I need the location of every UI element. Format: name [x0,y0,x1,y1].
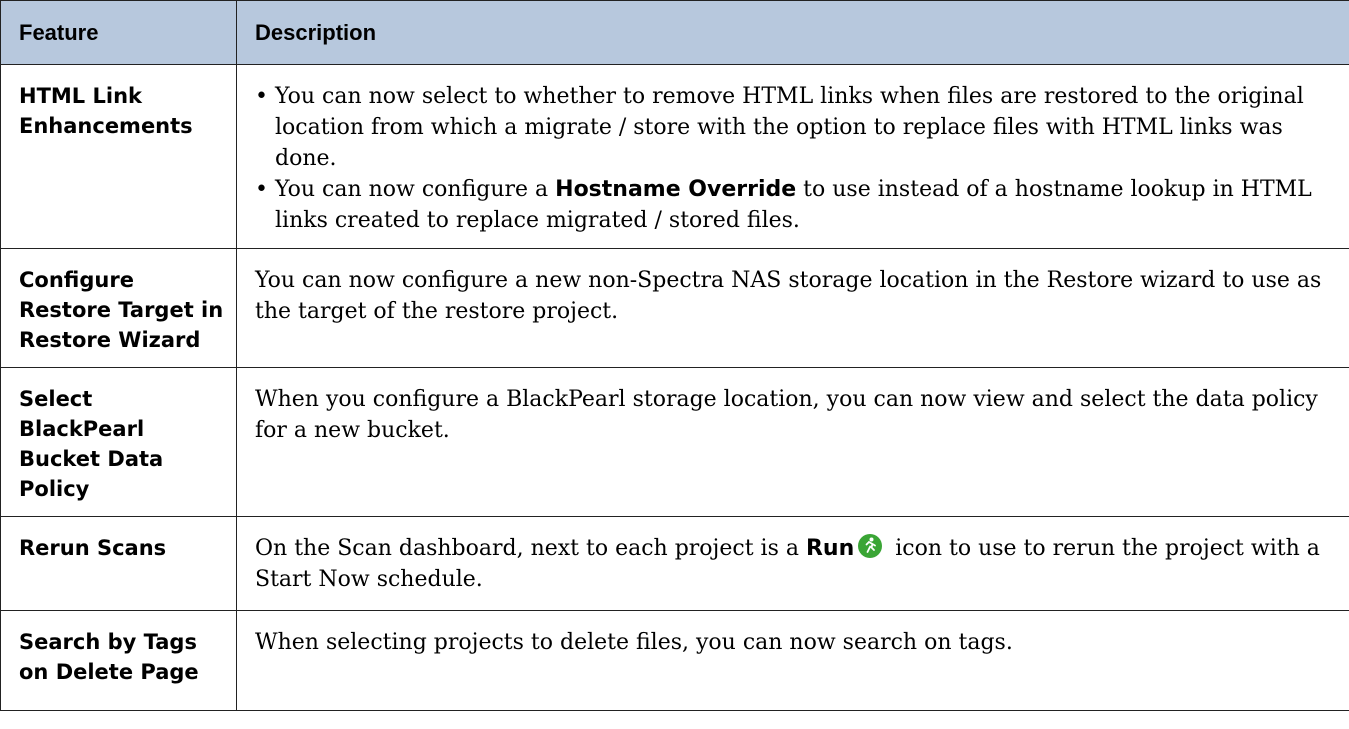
feature-description: You can now configure a new non-Spectra … [236,248,1349,368]
table-row: Configure Restore Target in Restore Wiza… [0,248,1349,368]
feature-description: On the Scan dashboard, next to each proj… [236,516,1349,611]
description-text: On the Scan dashboard, next to each proj… [255,536,806,561]
run-icon [858,534,883,558]
feature-name: Select BlackPearl Bucket Data Policy [0,367,237,517]
list-item: You can now select to whether to remove … [255,81,1337,174]
feature-table: Feature Description HTML Link Enhancemen… [0,0,1349,711]
bullet-text: You can now configure a [275,177,556,202]
table-row: Rerun Scans On the Scan dashboard, next … [0,516,1349,611]
run-term: Run [805,536,855,561]
feature-name: Rerun Scans [0,516,237,611]
table-row: Search by Tags on Delete Page When selec… [0,610,1349,711]
feature-description: When you configure a BlackPearl storage … [236,367,1349,517]
feature-name: Search by Tags on Delete Page [0,610,237,711]
feature-description: You can now select to whether to remove … [236,64,1349,249]
table-row: Select BlackPearl Bucket Data Policy Whe… [0,367,1349,517]
hostname-override-term: Hostname Override [555,177,797,202]
description-bullet-list: You can now select to whether to remove … [255,81,1337,236]
table-row: HTML Link Enhancements You can now selec… [0,64,1349,249]
feature-name: Configure Restore Target in Restore Wiza… [0,248,237,368]
column-header-description: Description [236,0,1349,65]
feature-name: HTML Link Enhancements [0,64,237,249]
table-header-row: Feature Description [0,0,1349,65]
column-header-feature: Feature [0,0,237,65]
feature-description: When selecting projects to delete files,… [236,610,1349,711]
list-item: You can now configure a Hostname Overrid… [255,174,1337,236]
